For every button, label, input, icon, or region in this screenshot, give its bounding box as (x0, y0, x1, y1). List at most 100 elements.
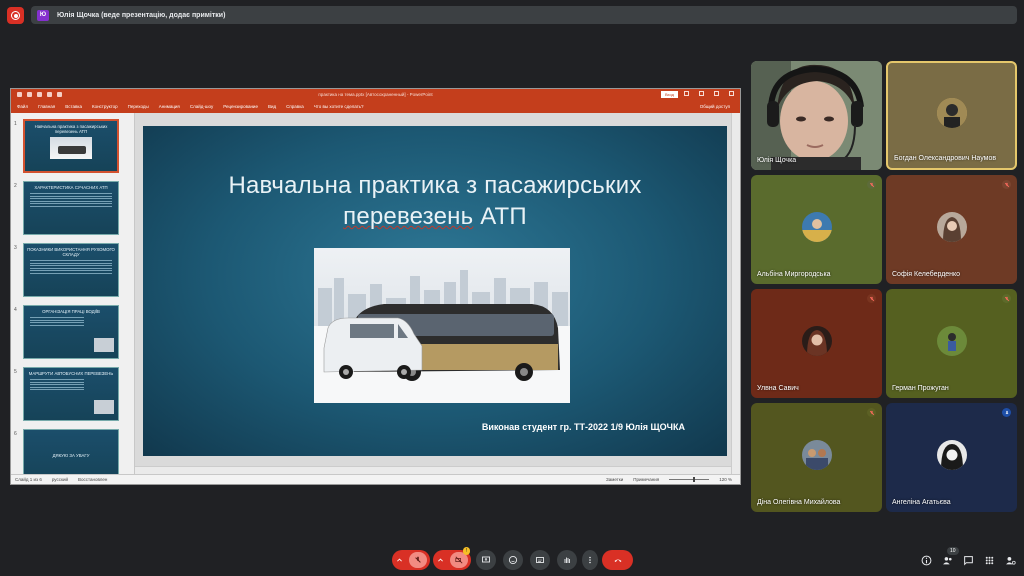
tab-home[interactable]: Главная (38, 104, 55, 109)
slide-title-underlined-word: перевезень (343, 203, 474, 231)
ppt-body: 1 Навчальна практика з пасажирських пере… (11, 113, 740, 483)
sign-in-button[interactable]: Вход (660, 91, 678, 98)
tab-slideshow[interactable]: Слайд-шоу (190, 104, 213, 109)
slide-thumbnails-pane[interactable]: 1 Навчальна практика з пасажирських пере… (11, 113, 135, 483)
ribbon-options-icon[interactable] (684, 91, 689, 96)
leave-call-button[interactable] (602, 550, 633, 570)
slide-counter: Слайд 1 из 6 (15, 477, 42, 482)
participant-tile-5[interactable]: Герман Прожуган (886, 289, 1017, 398)
thumbnail-number: 2 (14, 183, 17, 189)
tab-insert[interactable]: Вставка (65, 104, 82, 109)
participant-tile-0[interactable]: Юлія Щочка (751, 61, 882, 170)
tab-help[interactable]: Справка (286, 104, 304, 109)
info-icon (921, 555, 931, 565)
participant-tile-4[interactable]: Улвна Савич (751, 289, 882, 398)
bus-image (314, 248, 570, 403)
participant-tile-7[interactable]: Ангеліна Агатьєва (886, 403, 1017, 512)
thumbnail-number: 6 (14, 431, 17, 437)
thumbnail-title: ОРГАНІЗАЦІЯ ПРАЦІ ВОДІЇВ (42, 309, 100, 314)
ppt-ribbon-tabs: Файл Главная Вставка Конструктор Переход… (11, 100, 740, 113)
chat-icon (963, 555, 973, 566)
thumbnail-slide[interactable]: ОРГАНІЗАЦІЯ ПРАЦІ ВОДІЇВ (23, 305, 119, 359)
presenting-text: Юлія Щочка (веде презентацію, додає прим… (57, 11, 226, 19)
comments-button[interactable]: Примечания (633, 477, 659, 482)
present-icon (482, 556, 490, 563)
mic-off-icon (1002, 294, 1011, 303)
mic-off-icon (1002, 180, 1011, 189)
tab-file[interactable]: Файл (17, 104, 28, 109)
participant-tile-6[interactable]: Діна Олегівна Михайлова (751, 403, 882, 512)
host-controls-button[interactable] (1004, 554, 1016, 566)
avatar (801, 439, 832, 470)
slide-editor[interactable]: Навчальна практика з пасажирських переве… (135, 113, 731, 474)
notes-button[interactable]: Заметки (606, 477, 623, 482)
mic-toggle-group[interactable] (392, 550, 430, 570)
participant-tile-3[interactable]: Софія Келеберденко (886, 175, 1017, 284)
zoom-slider[interactable] (669, 477, 710, 482)
ppt-title-bar: практика на тема.pptx [Автосохраненный] … (11, 89, 740, 100)
thumbnail-2[interactable]: 2 ХАРАКТЕРИСТИКА СУЧАСНИХ АТП (11, 181, 135, 237)
thumbnail-slide[interactable]: МАРШРУТИ АВТОБУСНИХ ПЕРЕВЕЗЕНЬ (23, 367, 119, 421)
vertical-scrollbar[interactable] (731, 113, 740, 474)
participant-name: Герман Прожуган (892, 385, 949, 392)
thumbnail-4[interactable]: 4 ОРГАНІЗАЦІЯ ПРАЦІ ВОДІЇВ (11, 305, 135, 361)
participant-video (751, 61, 882, 170)
participant-name: Діна Олегівна Михайлова (757, 499, 841, 506)
present-screen-button[interactable] (476, 550, 496, 570)
raise-hand-button[interactable] (557, 550, 577, 570)
emoji-icon (508, 555, 518, 565)
recovered-indicator: Восстановлен (78, 477, 108, 482)
thumbnail-slide[interactable]: ХАРАКТЕРИСТИКА СУЧАСНИХ АТП (23, 181, 119, 235)
participant-tile-1[interactable]: Богдан Олександрович Наумов (886, 61, 1017, 170)
slide-title[interactable]: Навчальна практика з пасажирських переве… (143, 170, 727, 232)
participant-tile-2[interactable]: Альбіна Миргородська (751, 175, 882, 284)
thumbnail-slide[interactable]: ПОКАЗНИКИ ВИКОРИСТАННЯ РУХОМОГО СКЛАДУ (23, 243, 119, 297)
thumbnail-number: 5 (14, 369, 17, 375)
tab-view[interactable]: Вид (268, 104, 276, 109)
tab-design[interactable]: Конструктор (92, 104, 118, 109)
mic-off-icon (867, 408, 876, 417)
activities-button[interactable] (983, 554, 995, 566)
participant-name: Софія Келеберденко (892, 271, 961, 278)
thumbnail-title: ДЯКУЮ ЗА УВАГУ (52, 453, 90, 459)
meeting-info-button[interactable] (920, 554, 932, 566)
tab-animations[interactable]: Анимация (159, 104, 180, 109)
chevron-up-icon[interactable] (396, 557, 403, 564)
camera-off-icon (454, 556, 462, 564)
bus-photo[interactable] (314, 248, 570, 403)
slide-author[interactable]: Виконав студент гр. ТТ-2022 1/9 Юлія ЩОЧ… (482, 422, 685, 432)
current-slide[interactable]: Навчальна практика з пасажирських переве… (143, 126, 727, 456)
avatar (936, 211, 967, 242)
tell-me-search[interactable]: Что вы хотите сделать? (314, 104, 364, 109)
tab-transitions[interactable]: Переходы (128, 104, 149, 109)
thumbnail-number: 1 (14, 121, 17, 127)
chat-button[interactable] (962, 554, 974, 566)
chevron-up-icon[interactable] (437, 557, 444, 564)
raise-hand-icon (564, 557, 570, 563)
thumbnail-1[interactable]: 1 Навчальна практика з пасажирських пере… (11, 119, 135, 175)
horizontal-scrollbar[interactable] (135, 466, 731, 474)
tab-review[interactable]: Рецензирование (223, 104, 258, 109)
thumbnail-5[interactable]: 5 МАРШРУТИ АВТОБУСНИХ ПЕРЕВЕЗЕНЬ (11, 367, 135, 423)
mic-off-icon (867, 180, 876, 189)
zoom-level[interactable]: 120 % (719, 477, 732, 482)
share-button[interactable]: Общий доступ (700, 104, 730, 109)
thumbnail-slide[interactable]: Навчальна практика з пасажирських переве… (23, 119, 119, 173)
presenting-banner: Ю Юлія Щочка (веде презентацію, додає пр… (31, 6, 1017, 24)
language-indicator[interactable]: русский (52, 477, 68, 482)
avatar (801, 325, 832, 356)
thumbnail-number: 3 (14, 245, 17, 251)
captions-button[interactable] (530, 550, 550, 570)
presenter-avatar: Ю (37, 9, 49, 21)
emoji-button[interactable] (503, 550, 523, 570)
mic-off-button[interactable] (408, 552, 427, 568)
thumbnail-3[interactable]: 3 ПОКАЗНИКИ ВИКОРИСТАННЯ РУХОМОГО СКЛАДУ (11, 243, 135, 299)
people-button[interactable] (941, 554, 953, 566)
close-icon[interactable] (729, 91, 734, 96)
maximize-icon[interactable] (714, 91, 719, 96)
participant-name: Улвна Савич (757, 385, 799, 392)
recording-icon[interactable] (7, 7, 24, 24)
shared-screen-powerpoint: практика на тема.pptx [Автосохраненный] … (10, 88, 741, 485)
more-options-button[interactable] (582, 550, 598, 570)
minimize-icon[interactable] (699, 91, 704, 96)
